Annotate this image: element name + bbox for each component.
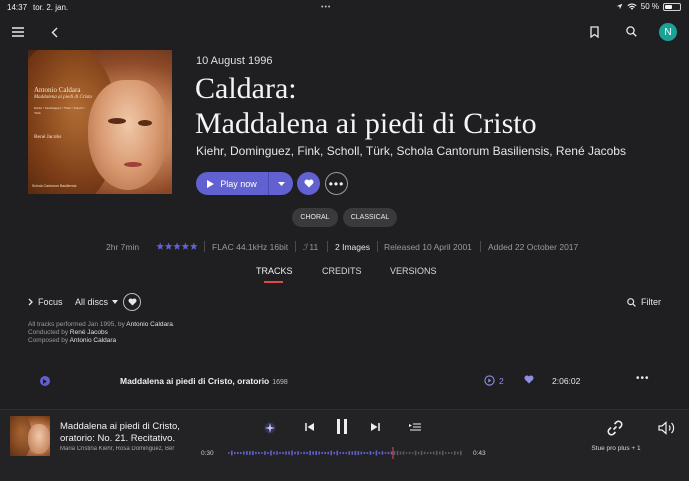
wifi-icon bbox=[627, 3, 637, 11]
play-icon bbox=[43, 378, 47, 384]
link-device-icon[interactable] bbox=[606, 419, 624, 437]
images-link[interactable]: 2 Images bbox=[335, 242, 370, 252]
track-versions-count: 2 bbox=[499, 375, 504, 386]
back-icon[interactable] bbox=[51, 27, 58, 38]
battery-icon bbox=[663, 2, 681, 11]
next-track-icon[interactable] bbox=[370, 422, 380, 432]
album-cover: Antonio Caldara Maddalena ai piedi di Cr… bbox=[28, 50, 172, 194]
now-playing-title[interactable]: Maddalena ai piedi di Cristo, oratorio: … bbox=[60, 421, 210, 445]
album-title: Caldara: Maddalena ai piedi di Cristo bbox=[195, 72, 537, 140]
queue-icon[interactable] bbox=[409, 423, 421, 432]
star-icon bbox=[181, 242, 190, 250]
credit-composer-link[interactable]: Antonio Caldara bbox=[70, 337, 117, 344]
tab-credits[interactable]: CREDITS bbox=[322, 266, 362, 276]
battery-percent: 50 % bbox=[640, 2, 659, 11]
track-versions-button[interactable]: 2 bbox=[484, 375, 504, 386]
tab-versions[interactable]: VERSIONS bbox=[390, 266, 437, 276]
audio-format: FLAC 44.1kHz 16bit bbox=[212, 242, 289, 252]
track-title[interactable]: Maddalena ai piedi di Cristo, oratorio 16… bbox=[120, 376, 288, 386]
heart-icon bbox=[524, 375, 534, 384]
filter-button[interactable]: Filter bbox=[627, 297, 661, 307]
playback-duration: 0:43 bbox=[473, 450, 486, 457]
credit-conducted: Conducted by René Jacobs bbox=[28, 329, 108, 336]
genre-tag-classical[interactable]: CLASSICAL bbox=[343, 208, 397, 227]
album-duration: 2hr 7min bbox=[106, 242, 140, 252]
tab-tracks[interactable]: TRACKS bbox=[256, 266, 293, 276]
star-icon bbox=[173, 242, 181, 250]
previous-track-icon[interactable] bbox=[305, 422, 315, 432]
credit-performer-link[interactable]: Antonio Caldara bbox=[126, 321, 173, 328]
heart-icon bbox=[128, 298, 136, 306]
added-date: Added 22 October 2017 bbox=[488, 242, 579, 252]
genre-tag-choral[interactable]: CHORAL bbox=[292, 208, 338, 227]
rating-stars[interactable] bbox=[156, 242, 198, 251]
released-date: Released 10 April 2001 bbox=[384, 242, 472, 252]
favorite-button[interactable] bbox=[297, 172, 320, 195]
playback-position: 0:30 bbox=[201, 450, 214, 457]
versions-icon bbox=[484, 375, 495, 386]
play-options-dropdown[interactable] bbox=[269, 172, 293, 195]
location-icon bbox=[616, 3, 623, 10]
favorite-discs-button[interactable] bbox=[123, 293, 141, 311]
star-icon bbox=[164, 242, 173, 250]
active-tab-indicator bbox=[264, 281, 283, 283]
status-time: 14:37 bbox=[7, 3, 28, 12]
star-icon bbox=[190, 242, 198, 250]
playhead[interactable] bbox=[392, 447, 394, 459]
chevron-right-icon bbox=[28, 298, 33, 306]
album-date: 10 August 1996 bbox=[196, 55, 273, 67]
play-now-main[interactable]: Play now bbox=[196, 172, 268, 195]
discs-dropdown[interactable]: All discs bbox=[75, 297, 119, 307]
multitasking-dots[interactable]: ••• bbox=[321, 4, 331, 11]
chevron-down-icon bbox=[112, 300, 119, 304]
credit-composed: Composed by Antonio Caldara bbox=[28, 337, 117, 344]
now-playing-artists[interactable]: Maria Cristina Kiehr, Rosa Dominguez, Be… bbox=[60, 446, 193, 452]
bookmark-icon[interactable] bbox=[590, 26, 599, 38]
status-date: tor. 2. jan. bbox=[33, 3, 69, 12]
focus-button[interactable]: Focus bbox=[28, 297, 63, 307]
filter-label: Filter bbox=[641, 297, 661, 307]
more-options-button[interactable]: ••• bbox=[325, 172, 348, 195]
volume-icon[interactable] bbox=[658, 421, 676, 435]
search-icon[interactable] bbox=[626, 26, 637, 37]
star-icon bbox=[156, 242, 164, 250]
play-icon bbox=[207, 179, 215, 188]
menu-icon[interactable] bbox=[12, 27, 24, 37]
now-playing-cover[interactable] bbox=[10, 416, 50, 456]
pause-icon[interactable] bbox=[336, 419, 348, 434]
track-favorite-button[interactable] bbox=[524, 375, 534, 384]
playback-waveform[interactable] bbox=[228, 447, 463, 459]
track-year: 1698 bbox=[272, 379, 288, 386]
more-icon: ••• bbox=[328, 176, 345, 191]
track-duration: 2:06:02 bbox=[552, 376, 581, 386]
search-icon bbox=[627, 297, 636, 307]
credit-performed: All tracks performed Jan 1995, by Antoni… bbox=[28, 321, 175, 328]
play-now-button[interactable]: Play now bbox=[196, 172, 293, 195]
credit-conductor-link[interactable]: René Jacobs bbox=[70, 329, 108, 336]
bitrate-info: ℐ 11 bbox=[303, 242, 319, 252]
discs-label: All discs bbox=[75, 297, 109, 307]
output-device-label[interactable]: Stue pro plus + 1 bbox=[588, 445, 644, 453]
track-play-button[interactable] bbox=[40, 376, 50, 386]
track-more-options[interactable]: ••• bbox=[636, 373, 650, 384]
play-now-label: Play now bbox=[220, 178, 257, 189]
focus-label: Focus bbox=[38, 297, 63, 307]
chevron-down-icon bbox=[277, 181, 285, 186]
radio-sparkle-icon[interactable] bbox=[264, 422, 276, 434]
status-indicators: 50 % bbox=[616, 2, 681, 11]
album-performers[interactable]: Kiehr, Dominguez, Fink, Scholl, Türk, Sc… bbox=[196, 144, 626, 158]
heart-icon bbox=[304, 179, 313, 188]
user-avatar[interactable]: N bbox=[659, 23, 677, 41]
